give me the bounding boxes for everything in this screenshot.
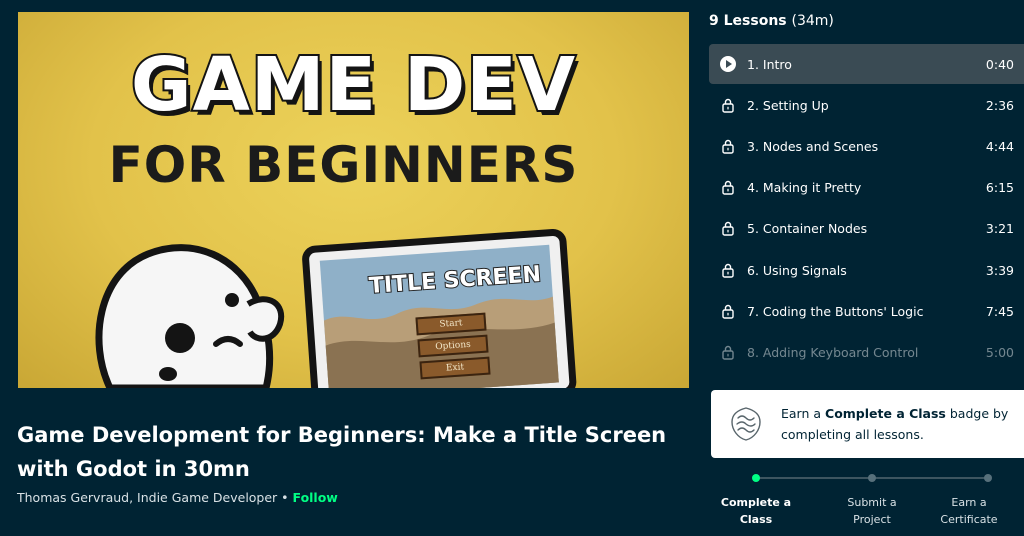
byline: Thomas Gervraud, Indie Game Developer • …	[17, 490, 338, 505]
video-player[interactable]: GAME DEV FOR BEGINNERS TITLE SCREEN Star…	[18, 12, 689, 388]
class-title: Game Development for Beginners: Make a T…	[17, 423, 667, 481]
lock-icon	[722, 263, 734, 278]
lesson-duration: 3:21	[985, 220, 1014, 236]
lesson-label: 5. Container Nodes	[747, 220, 868, 236]
follow-button[interactable]: Follow	[293, 490, 338, 505]
lesson-item-7[interactable]: 7. Coding the Buttons' Logic 7:45	[709, 291, 1024, 331]
badge-card: Earn a Complete a Class badge by complet…	[711, 390, 1024, 458]
lesson-item-5[interactable]: 5. Container Nodes 3:21	[709, 208, 1024, 248]
play-icon	[720, 56, 736, 72]
lesson-item-2[interactable]: 2. Setting Up 2:36	[709, 85, 1024, 125]
thumbnail-subheadline: FOR BEGINNERS	[108, 136, 579, 194]
step-complete-class: Complete a Class	[720, 496, 792, 526]
lesson-label: 2. Setting Up	[747, 97, 829, 113]
lesson-item-6[interactable]: 6. Using Signals 3:39	[709, 250, 1024, 290]
lesson-label: 8. Adding Keyboard Control	[747, 344, 919, 360]
lesson-label: 4. Making it Pretty	[747, 179, 862, 195]
lessons-total-duration: (34m)	[791, 13, 834, 29]
lock-icon	[722, 180, 734, 195]
lesson-label: 7. Coding the Buttons' Logic	[747, 303, 924, 319]
lesson-item-8[interactable]: 8. Adding Keyboard Control 5:00	[709, 332, 1024, 372]
lesson-duration: 4:44	[985, 138, 1014, 154]
lock-icon	[722, 221, 734, 236]
step-dot-earn-certificate	[984, 474, 992, 482]
step-dot-submit-project	[868, 474, 876, 482]
lesson-duration: 7:45	[985, 303, 1014, 319]
lesson-duration: 0:40	[985, 56, 1014, 72]
badge-name: Complete a Class	[825, 406, 946, 421]
lesson-duration: 6:15	[985, 179, 1014, 195]
badge-icon	[731, 407, 761, 441]
byline-separator: •	[277, 490, 293, 505]
lesson-duration: 2:36	[985, 97, 1014, 113]
badge-description: Earn a Complete a Class badge by complet…	[781, 406, 1009, 442]
step-dot-complete-class	[752, 474, 760, 482]
lessons-count: 9 Lessons	[709, 13, 787, 29]
step-earn-certificate: Earn a Certificate	[940, 496, 998, 526]
lesson-item-3[interactable]: 3. Nodes and Scenes 4:44	[709, 126, 1024, 166]
lesson-duration: 3:39	[985, 262, 1014, 278]
author-name[interactable]: Thomas Gervraud, Indie Game Developer	[17, 490, 277, 505]
lesson-label: 6. Using Signals	[747, 262, 847, 278]
lock-icon	[722, 304, 734, 319]
lesson-label: 1. Intro	[747, 56, 792, 72]
thumbnail-headline: GAME DEV	[129, 40, 577, 130]
step-submit-project: Submit a Project	[847, 496, 897, 526]
lock-icon	[722, 139, 734, 154]
lessons-header: 9 Lessons (34m)	[709, 13, 834, 29]
lesson-duration: 5:00	[985, 344, 1014, 360]
lesson-item-4[interactable]: 4. Making it Pretty 6:15	[709, 167, 1024, 207]
lock-icon	[722, 345, 734, 360]
lesson-item-1[interactable]: 1. Intro 0:40	[709, 44, 1024, 84]
lesson-label: 3. Nodes and Scenes	[747, 138, 879, 154]
lock-icon	[722, 98, 734, 113]
